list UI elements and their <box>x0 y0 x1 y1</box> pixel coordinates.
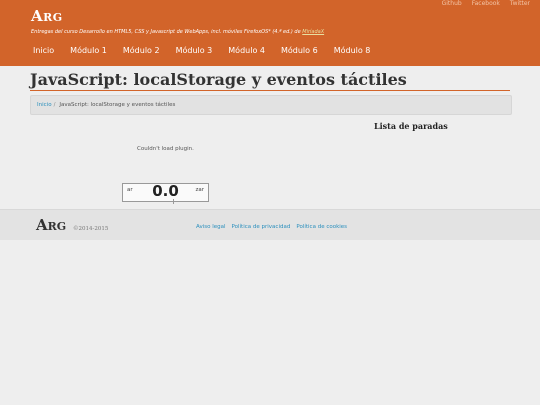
nav-item-modulo-8[interactable]: Módulo 8 <box>328 42 377 59</box>
site-footer: Arg ©2014-2015 Aviso legal Política de p… <box>0 209 540 240</box>
main-nav: Inicio Módulo 1 Módulo 2 Módulo 3 Módulo… <box>27 42 380 59</box>
site-brand[interactable]: Arg <box>31 7 63 25</box>
privacy-policy-link[interactable]: Política de privacidad <box>232 224 291 230</box>
nav-item-modulo-2[interactable]: Módulo 2 <box>117 42 166 59</box>
nav-item-modulo-1[interactable]: Módulo 1 <box>64 42 113 59</box>
title-divider <box>30 90 510 91</box>
facebook-link[interactable]: Facebook <box>472 0 500 7</box>
site-tagline: Entregas del curso Desarrollo en HTML5, … <box>31 29 324 35</box>
breadcrumb-separator: / <box>53 102 56 108</box>
cookie-policy-link[interactable]: Política de cookies <box>296 224 347 230</box>
footer-links: Aviso legal Política de privacidad Polít… <box>196 224 347 230</box>
breadcrumb-current: JavaScript: localStorage y eventos tácti… <box>59 102 176 108</box>
nav-item-modulo-4[interactable]: Módulo 4 <box>222 42 271 59</box>
tagline-text: Entregas del curso Desarrollo en HTML5, … <box>31 29 301 35</box>
nav-item-inicio[interactable]: Inicio <box>27 42 60 59</box>
plugin-error-message: Couldn't load plugin. <box>137 146 194 152</box>
breadcrumb-home-link[interactable]: Inicio <box>37 102 52 108</box>
copyright-text: ©2014-2015 <box>73 226 109 232</box>
page-title: JavaScript: localStorage y eventos tácti… <box>30 70 407 89</box>
stepper-tick <box>173 199 174 204</box>
nav-item-modulo-3[interactable]: Módulo 3 <box>170 42 219 59</box>
github-link[interactable]: Github <box>442 0 462 7</box>
legal-notice-link[interactable]: Aviso legal <box>196 224 226 230</box>
nav-item-modulo-6[interactable]: Módulo 6 <box>275 42 324 59</box>
social-links: Github Facebook Twitter <box>442 0 530 7</box>
increment-button[interactable]: zar <box>195 187 204 193</box>
value-stepper: ar 0.0 zar <box>122 182 209 204</box>
stops-list-title: Lista de paradas <box>374 121 448 131</box>
breadcrumb: Inicio / JavaScript: localStorage y evento… <box>30 95 512 115</box>
twitter-link[interactable]: Twitter <box>510 0 530 7</box>
footer-brand: Arg <box>36 216 67 234</box>
site-header: Arg Github Facebook Twitter Entregas del… <box>0 0 540 66</box>
tagline-link[interactable]: MiríadaX <box>302 29 324 35</box>
